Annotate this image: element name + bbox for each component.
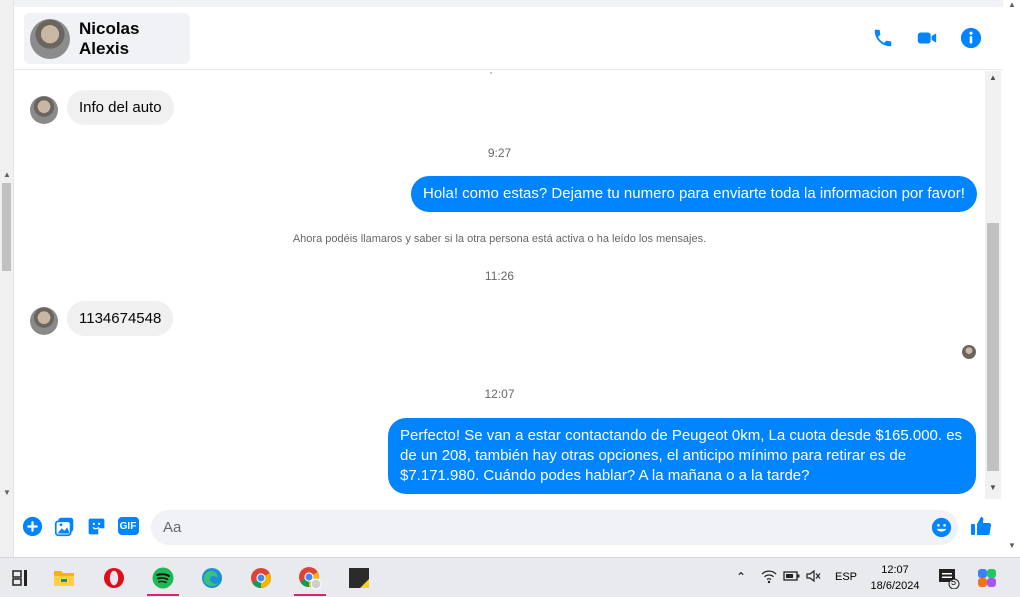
language-indicator[interactable]: ESP [835, 571, 857, 583]
contact-avatar-small[interactable] [30, 96, 58, 124]
emoji-icon[interactable] [931, 517, 952, 538]
contact-avatar[interactable] [30, 18, 70, 59]
photo-icon[interactable] [53, 515, 75, 537]
incoming-message[interactable]: 1134674548 [67, 301, 174, 336]
chrome-profile-icon[interactable] [288, 560, 332, 596]
spotify-icon[interactable] [141, 560, 185, 596]
outgoing-message[interactable]: Perfecto! Se van a estar contactando de … [388, 418, 976, 494]
message-list[interactable]: · Info del auto 9:27 Hola! como estas? D… [14, 71, 985, 499]
clock-time: 12:07 [881, 564, 909, 576]
gif-icon[interactable]: GIF [117, 515, 139, 537]
sticker-icon[interactable] [85, 515, 107, 537]
contact-avatar-small[interactable] [30, 307, 58, 335]
outgoing-message[interactable]: Hola! como estas? Dejame tu numero para … [411, 176, 977, 212]
phone-icon[interactable] [871, 26, 895, 50]
clock-date: 18/6/2024 [870, 580, 920, 592]
scroll-down-arrow-icon[interactable]: ▼ [1008, 541, 1016, 550]
message-input-wrapper[interactable] [151, 510, 958, 545]
message-input[interactable] [151, 510, 911, 545]
battery-icon[interactable] [783, 569, 801, 586]
scrollbar-thumb[interactable] [2, 183, 11, 271]
scroll-down-arrow-icon[interactable]: ▼ [989, 483, 997, 492]
file-explorer-icon[interactable] [42, 560, 86, 596]
message-timestamp: 11:26 [484, 269, 515, 283]
top-divider [14, 0, 1003, 7]
notifications-icon[interactable]: 5 [938, 567, 960, 592]
scroll-down-arrow-icon[interactable]: ▼ [3, 488, 11, 497]
contact-name[interactable]: Nicolas Alexis [79, 19, 190, 59]
system-clock[interactable]: 12:07 18/6/2024 [862, 562, 928, 594]
volume-muted-icon[interactable] [806, 569, 822, 586]
sticky-notes-icon[interactable] [337, 560, 381, 596]
video-camera-icon[interactable] [915, 26, 939, 50]
chat-scrollbar[interactable]: ▲ ▼ [985, 71, 1001, 499]
system-message: Ahora podéis llamaros y saber si la otra… [292, 233, 707, 245]
notification-count: 5 [951, 577, 957, 587]
screen: ▲ ▼ ▲ ▼ Nicolas Alexis · Info del auto 9… [0, 0, 1020, 597]
message-composer: GIF [14, 499, 1003, 557]
read-receipt-avatar [962, 345, 976, 359]
page-scrollbar-right[interactable]: ▲ ▼ [1003, 0, 1020, 557]
opera-icon[interactable] [92, 560, 136, 596]
chrome-icon[interactable] [239, 560, 283, 596]
gif-label: GIF [117, 517, 139, 535]
task-view-icon[interactable] [0, 560, 44, 596]
page-scrollbar-left[interactable]: ▲ ▼ [0, 0, 14, 557]
scroll-up-arrow-icon[interactable]: ▲ [3, 170, 11, 179]
thumbs-up-icon[interactable] [969, 514, 993, 538]
message-timestamp: 12:07 [484, 387, 515, 401]
scroll-up-arrow-icon[interactable]: ▲ [1008, 0, 1016, 9]
edge-icon[interactable] [190, 560, 234, 596]
chat-header: Nicolas Alexis [14, 7, 1003, 70]
chevron-up-icon[interactable]: ⌃ [736, 570, 746, 584]
wifi-icon[interactable] [761, 568, 777, 587]
contact-card[interactable]: Nicolas Alexis [24, 13, 190, 64]
cut-off-text: · [489, 71, 493, 79]
plus-circle-icon[interactable] [21, 515, 43, 537]
info-icon[interactable] [959, 26, 983, 50]
windows-taskbar: ⌃ ESP 12:07 18/6/2024 5 [0, 557, 1020, 597]
copilot-icon[interactable] [976, 567, 998, 592]
scrollbar-thumb[interactable] [987, 223, 999, 471]
incoming-message[interactable]: Info del auto [67, 90, 174, 125]
scroll-up-arrow-icon[interactable]: ▲ [989, 73, 997, 82]
message-timestamp: 9:27 [487, 146, 512, 160]
